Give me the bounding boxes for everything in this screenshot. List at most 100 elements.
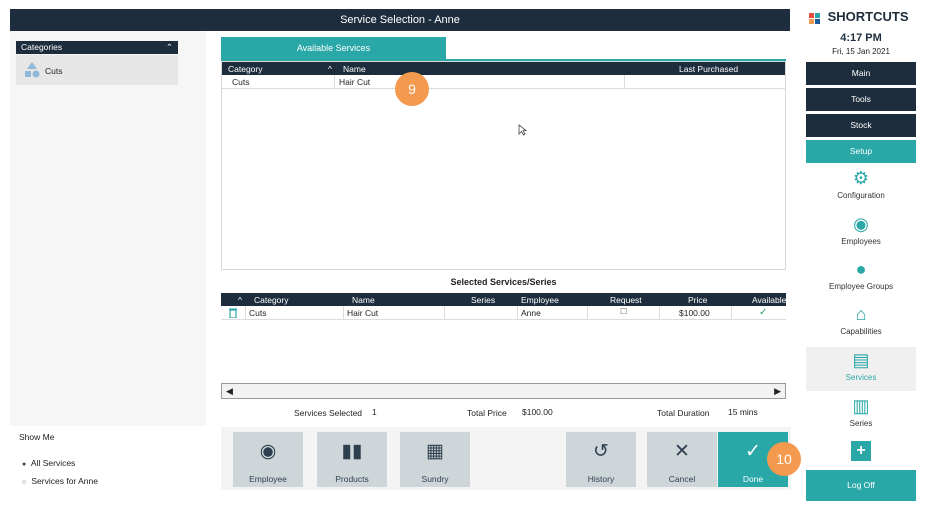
col-price[interactable]: Price xyxy=(688,295,707,305)
logoff-button[interactable]: Log Off xyxy=(806,470,916,501)
cell-divider xyxy=(731,306,732,320)
history-button[interactable]: ↺ History xyxy=(566,432,636,487)
brand-logo-icon xyxy=(808,12,824,24)
col-request[interactable]: Request xyxy=(610,295,642,305)
cancel-button-label: Cancel xyxy=(668,474,696,484)
stack-icon: ▥ xyxy=(852,396,870,416)
employee-button-label: Employee xyxy=(249,474,287,484)
sidebar-item-label: Employee Groups xyxy=(828,282,894,291)
employee-button[interactable]: ◉ Employee xyxy=(233,432,303,487)
col-name[interactable]: Name xyxy=(343,64,366,74)
request-checkbox[interactable]: ☐ xyxy=(620,307,627,316)
cell-divider xyxy=(659,306,660,320)
sort-up-icon[interactable]: ^ xyxy=(238,295,242,305)
scroll-right-icon[interactable]: ▶ xyxy=(774,386,781,397)
cell-name: Hair Cut xyxy=(339,77,371,87)
sidebar-item-label: Services xyxy=(845,373,877,382)
trash-icon[interactable] xyxy=(229,308,237,318)
sidebar-item-label: Capabilities xyxy=(840,327,882,336)
services-selected-value: 1 xyxy=(372,407,377,417)
book-icon: ▤ xyxy=(852,350,870,370)
window-title: Service Selection - Anne xyxy=(10,9,790,31)
cell-divider xyxy=(587,306,588,320)
products-button-label: Products xyxy=(335,474,369,484)
categories-header[interactable]: Categories ⌃ xyxy=(16,41,178,54)
col-name[interactable]: Name xyxy=(352,295,375,305)
brand-name: SHORTCUTS xyxy=(827,9,909,24)
total-price-label: Total Price xyxy=(467,408,507,418)
category-item-cuts[interactable]: Cuts xyxy=(16,55,178,85)
clock-date: Fri, 15 Jan 2021 xyxy=(832,47,890,56)
sidebar-item-services[interactable]: ▤ Services xyxy=(806,347,916,391)
col-last-purchased[interactable]: Last Purchased xyxy=(679,64,738,74)
cancel-button[interactable]: ✕ Cancel xyxy=(647,432,717,487)
sidebar-item-partial[interactable]: + xyxy=(806,441,916,465)
cell-category: Cuts xyxy=(249,308,267,318)
horizontal-scrollbar[interactable]: ◀ ▶ xyxy=(221,383,786,399)
check-icon: ✓ xyxy=(759,307,768,318)
cell-divider xyxy=(334,75,335,89)
sidebar-item-employees[interactable]: ◉ Employees xyxy=(806,214,916,246)
col-series[interactable]: Series xyxy=(471,295,495,305)
nav-tools[interactable]: Tools xyxy=(806,88,916,111)
categories-header-label: Categories xyxy=(21,42,63,52)
show-me-label: Show Me xyxy=(19,432,55,442)
radio-services-for-anne[interactable]: ○ Services for Anne xyxy=(22,476,98,486)
scroll-left-icon[interactable]: ◀ xyxy=(226,386,233,397)
sidebar-item-series[interactable]: ▥ Series xyxy=(806,396,916,428)
plus-icon: + xyxy=(851,441,871,461)
mouse-cursor-icon xyxy=(518,124,527,136)
sidebar-item-label: Configuration xyxy=(837,191,885,200)
nav-setup[interactable]: Setup xyxy=(806,140,916,163)
group-icon: ● xyxy=(855,259,867,279)
sort-up-icon[interactable]: ^ xyxy=(328,64,332,74)
done-button-label: Done xyxy=(742,474,764,484)
cell-employee: Anne xyxy=(521,308,541,318)
radio-empty-icon: ○ xyxy=(22,479,27,486)
table-row[interactable]: Cuts Hair Cut Anne ☐ $100.00 ✓ xyxy=(221,306,786,320)
radio-services-for-anne-label: Services for Anne xyxy=(31,476,98,486)
sundry-button-label: Sundry xyxy=(421,474,449,484)
cell-name: Hair Cut xyxy=(347,308,379,318)
category-item-label: Cuts xyxy=(45,66,63,76)
selected-services-table: ^ Category Name Series Employee Request … xyxy=(221,293,786,383)
step-badge-9: 9 xyxy=(395,72,429,106)
cell-divider xyxy=(343,306,344,320)
shapes-icon xyxy=(25,62,40,78)
nav-main[interactable]: Main xyxy=(806,62,916,85)
radio-all-services-label: All Services xyxy=(30,458,76,468)
sidebar-item-label: Employees xyxy=(841,237,881,246)
step-badge-10: 10 xyxy=(767,442,801,476)
tab-available-services[interactable]: Available Services xyxy=(221,37,446,59)
radio-all-services[interactable]: ● All Services xyxy=(22,458,75,468)
products-button[interactable]: ▮▮ Products xyxy=(317,432,387,487)
person-icon: ◉ xyxy=(853,214,869,234)
sidebar-item-capabilities[interactable]: ⌂ Capabilities xyxy=(806,304,916,336)
gear-icon: ⚙ xyxy=(852,168,870,188)
total-duration-value: 15 mins xyxy=(728,407,758,417)
cell-price: $100.00 xyxy=(679,308,710,318)
chevron-up-icon[interactable]: ⌃ xyxy=(166,41,173,54)
col-employee[interactable]: Employee xyxy=(521,295,559,305)
bottles-icon: ▮▮ xyxy=(341,441,363,462)
selected-services-title: Selected Services/Series xyxy=(450,277,557,287)
history-button-label: History xyxy=(587,474,615,484)
table-row[interactable]: Cuts Hair Cut xyxy=(222,75,785,89)
cell-divider xyxy=(245,306,246,320)
cell-divider xyxy=(444,306,445,320)
services-selected-label: Services Selected xyxy=(294,408,363,418)
radio-selected-icon: ● xyxy=(22,461,27,468)
col-available[interactable]: Available xyxy=(752,295,786,305)
sidebar-item-employee-groups[interactable]: ● Employee Groups xyxy=(806,259,916,291)
close-icon: ✕ xyxy=(674,441,690,462)
total-duration-label: Total Duration xyxy=(657,408,710,418)
col-category[interactable]: Category xyxy=(254,295,289,305)
sidebar-item-configuration[interactable]: ⚙ Configuration xyxy=(806,168,916,200)
nav-stock[interactable]: Stock xyxy=(806,114,916,137)
clock-time: 4:17 PM xyxy=(840,32,882,44)
col-category[interactable]: Category xyxy=(228,64,263,74)
available-table-header: Category ^ Name Last Purchased xyxy=(222,62,785,75)
sundry-button[interactable]: ▦ Sundry xyxy=(400,432,470,487)
available-services-table: Category ^ Name Last Purchased Cuts Hair… xyxy=(221,61,786,270)
history-icon: ↺ xyxy=(593,441,609,462)
